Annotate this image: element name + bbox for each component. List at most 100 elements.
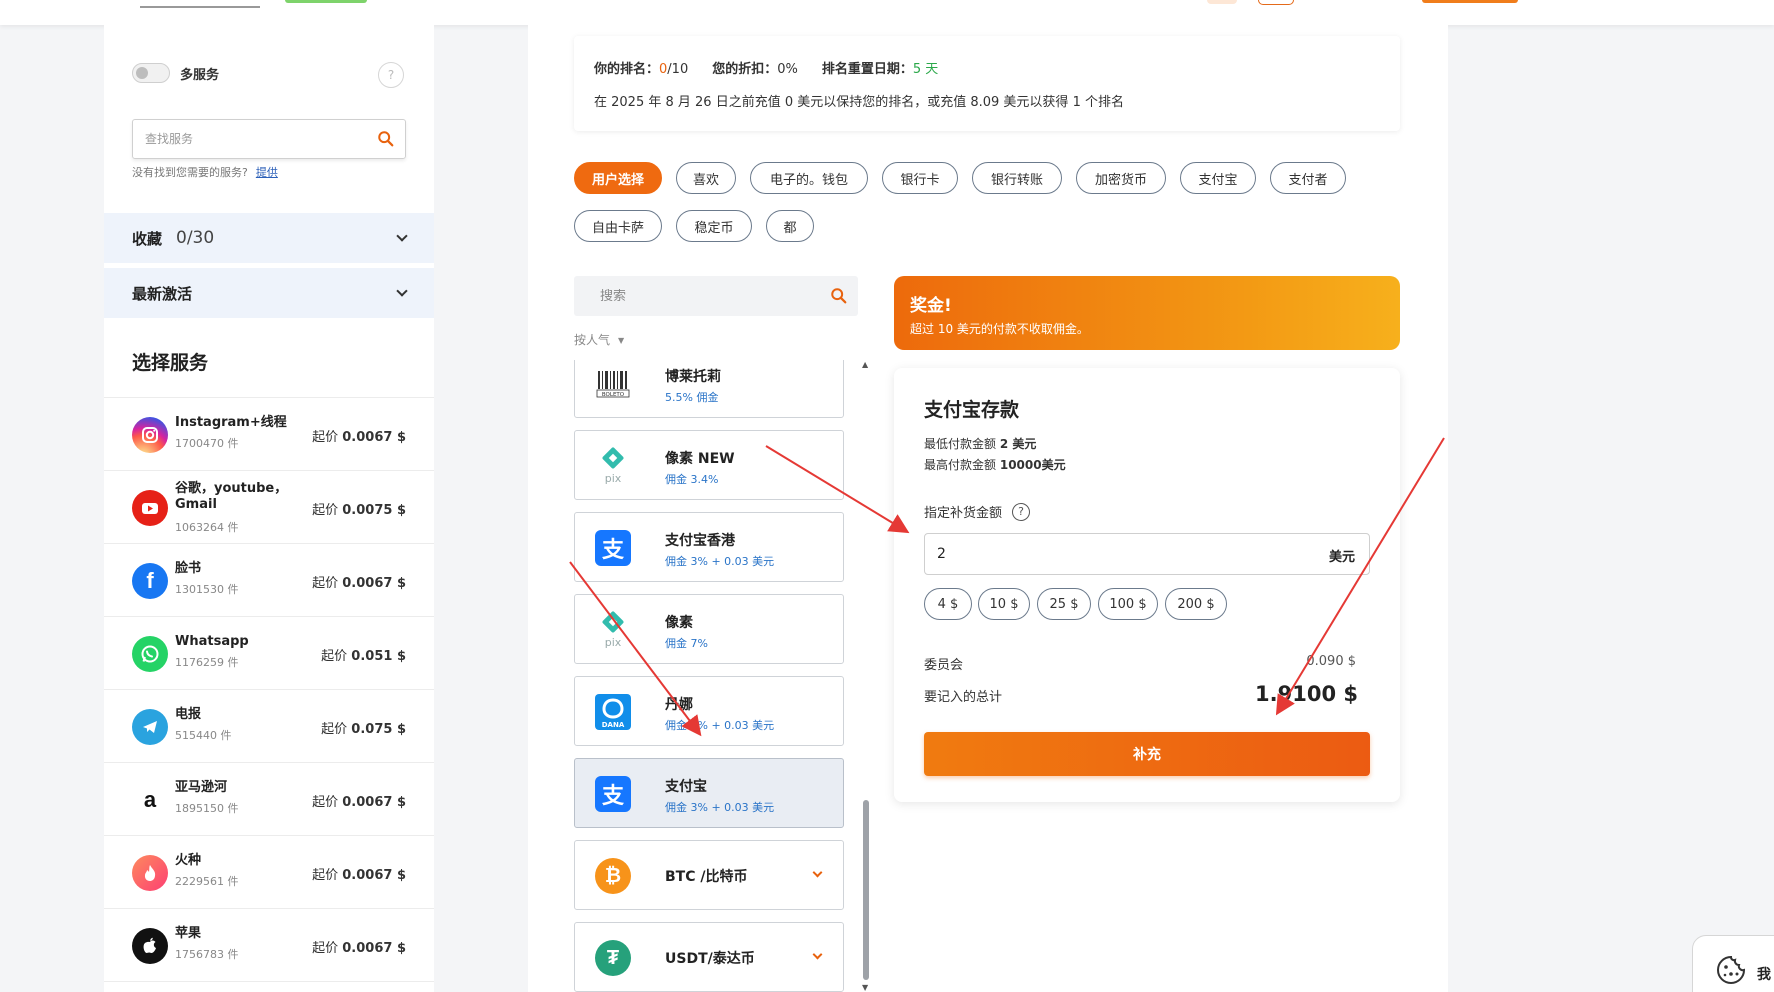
method-list-scrollbar[interactable]: ▲ ▼ xyxy=(860,360,872,992)
method-fee: 佣金 3% + 0.03 美元 xyxy=(665,801,775,814)
scroll-down-icon[interactable]: ▼ xyxy=(862,983,868,992)
quick-amount-200[interactable]: 200 $ xyxy=(1165,588,1227,620)
service-count: 515440 件 xyxy=(175,729,232,742)
chip-e-wallet[interactable]: 电子的。钱包 xyxy=(750,162,868,194)
chevron-down-icon xyxy=(396,285,408,297)
header-outline-button[interactable] xyxy=(1258,0,1294,5)
service-item-facebook[interactable]: f 脸书 1301530 件 起价 0.0067 $ xyxy=(104,543,434,616)
method-fee: 佣金 3% + 0.03 美元 xyxy=(665,719,775,732)
suggest-link[interactable]: 提供 xyxy=(256,166,278,179)
service-item-amazon[interactable]: a 亚马逊河 1895150 件 起价 0.0067 $ xyxy=(104,762,434,835)
method-name: 像素 xyxy=(665,615,693,631)
service-count: 1700470 件 xyxy=(175,437,239,450)
method-item-bitcoin[interactable]: ₿ BTC /比特币 xyxy=(574,840,844,910)
method-item-pix[interactable]: pix 像素 佣金 7% xyxy=(574,594,844,664)
chip-favorites[interactable]: 喜欢 xyxy=(676,162,736,194)
header-button[interactable] xyxy=(1207,0,1237,4)
recent-accordion[interactable]: 最新激活 xyxy=(104,268,434,318)
method-name: USDT/泰达币 xyxy=(665,951,755,967)
not-found-hint: 没有找到您需要的服务? 提供 xyxy=(132,164,278,180)
amazon-icon: a xyxy=(132,782,168,818)
quick-amount-100[interactable]: 100 $ xyxy=(1098,588,1158,620)
method-item-alipay[interactable]: 支 支付宝 佣金 3% + 0.03 美元 xyxy=(574,758,844,828)
service-name: Instagram+线程 xyxy=(175,415,287,430)
help-icon[interactable]: ? xyxy=(1012,502,1031,521)
svg-text:pix: pix xyxy=(605,636,622,649)
amount-input[interactable] xyxy=(937,546,1297,562)
scroll-up-icon[interactable]: ▲ xyxy=(862,360,868,369)
cookie-icon xyxy=(1717,955,1746,984)
not-found-text: 没有找到您需要的服务? xyxy=(132,166,248,179)
sort-label: 按人气 xyxy=(574,333,611,347)
chip-alipay[interactable]: 支付宝 xyxy=(1180,162,1256,194)
chip-all[interactable]: 都 xyxy=(766,210,814,242)
bonus-subtitle: 超过 10 美元的付款不收取佣金。 xyxy=(910,322,1089,336)
service-item-whatsapp[interactable]: Whatsapp 1176259 件 起价 0.051 $ xyxy=(104,616,434,689)
chip-payer[interactable]: 支付者 xyxy=(1270,162,1346,194)
method-search-input[interactable] xyxy=(600,288,820,304)
pix-icon: pix xyxy=(595,611,631,649)
service-count: 2229561 件 xyxy=(175,875,239,888)
method-item-usdt[interactable]: ₮ USDT/泰达币 xyxy=(574,922,844,992)
favorites-accordion[interactable]: 收藏 0/30 xyxy=(104,213,434,263)
search-icon[interactable] xyxy=(377,130,395,148)
method-item-alipay-hk[interactable]: 支 支付宝香港 佣金 3% + 0.03 美元 xyxy=(574,512,844,582)
balance-badge[interactable] xyxy=(285,0,367,3)
discount-label: 您的折扣： xyxy=(712,62,778,77)
service-name: 亚马逊河 xyxy=(175,780,228,795)
site-logo[interactable] xyxy=(140,0,260,8)
service-search-input[interactable] xyxy=(145,132,375,146)
main-panel: 你的排名：0/10 您的折扣：0% 排名重置日期：5 天 在 2025 年 8 月 … xyxy=(528,25,1448,992)
discount-value: 0% xyxy=(777,62,798,77)
top-navbar xyxy=(0,0,1774,25)
boleto-icon: BOLETO xyxy=(595,366,631,402)
caret-down-icon: ▼ xyxy=(618,336,625,345)
service-item-apple[interactable]: 苹果 1756783 件 起价 0.0067 $ xyxy=(104,908,434,981)
method-name: 支付宝 xyxy=(665,779,707,795)
quick-amount-25[interactable]: 25 $ xyxy=(1037,588,1091,620)
svg-text:DANA: DANA xyxy=(602,721,625,729)
chip-bank-transfer[interactable]: 银行转账 xyxy=(972,162,1062,194)
whatsapp-icon xyxy=(132,636,168,672)
search-icon[interactable] xyxy=(830,287,848,305)
chip-bank-card[interactable]: 银行卡 xyxy=(882,162,958,194)
alipay-icon: 支 xyxy=(595,530,631,566)
service-price: 起价 0.0067 $ xyxy=(312,941,406,956)
method-item-boleto[interactable]: BOLETO 博莱托莉 5.5% 佣金 xyxy=(574,360,844,418)
service-count: 1176259 件 xyxy=(175,656,239,669)
favorites-title: 收藏 xyxy=(132,229,163,248)
service-item-instagram[interactable]: Instagram+线程 1700470 件 起价 0.0067 $ xyxy=(104,397,434,470)
amount-unit: 美元 xyxy=(1328,550,1355,565)
quick-amount-10[interactable]: 10 $ xyxy=(978,588,1030,620)
recent-title: 最新激活 xyxy=(132,284,193,303)
chip-user-choice[interactable]: 用户选择 xyxy=(574,162,662,194)
amount-label: 指定补货金额? xyxy=(924,502,1031,521)
service-item-google[interactable]: 谷歌，youtube，Gmail 1063264 件 起价 0.0075 $ xyxy=(104,470,434,543)
service-name: 火种 xyxy=(175,853,202,868)
header-primary-button[interactable] xyxy=(1422,0,1518,3)
sort-dropdown[interactable]: 按人气 ▼ xyxy=(574,331,624,348)
service-item-telegram[interactable]: 电报 515440 件 起价 0.075 $ xyxy=(104,689,434,762)
topup-button[interactable]: 补充 xyxy=(924,732,1370,776)
chip-crypto[interactable]: 加密货币 xyxy=(1076,162,1166,194)
amount-field: 美元 xyxy=(924,533,1370,575)
max-amount: 最高付款金额 10000美元 xyxy=(924,458,1066,472)
rank-label: 你的排名： xyxy=(594,62,660,77)
chip-freekassa[interactable]: 自由卡萨 xyxy=(574,210,662,242)
scrollbar-thumb[interactable] xyxy=(863,800,869,980)
service-list-end xyxy=(104,981,434,991)
service-item-tinder[interactable]: 火种 2229561 件 起价 0.0067 $ xyxy=(104,835,434,908)
method-item-dana[interactable]: DANA 丹娜 佣金 3% + 0.03 美元 xyxy=(574,676,844,746)
method-fee: 佣金 7% xyxy=(665,637,708,650)
multi-service-toggle[interactable] xyxy=(132,63,170,83)
method-item-pix-new[interactable]: pix 像素 NEW 佣金 3.4% xyxy=(574,430,844,500)
quick-amount-4[interactable]: 4 $ xyxy=(924,588,972,620)
help-icon[interactable]: ? xyxy=(378,62,404,88)
commission-label: 委员会 xyxy=(924,658,964,673)
method-name: 像素 NEW xyxy=(665,451,735,467)
cookie-widget[interactable]: 我 xyxy=(1692,935,1774,992)
chip-stablecoin[interactable]: 稳定币 xyxy=(676,210,752,242)
favorites-count: 0/30 xyxy=(176,228,215,248)
instagram-icon xyxy=(132,417,168,453)
reset-value: 5 天 xyxy=(912,62,939,77)
